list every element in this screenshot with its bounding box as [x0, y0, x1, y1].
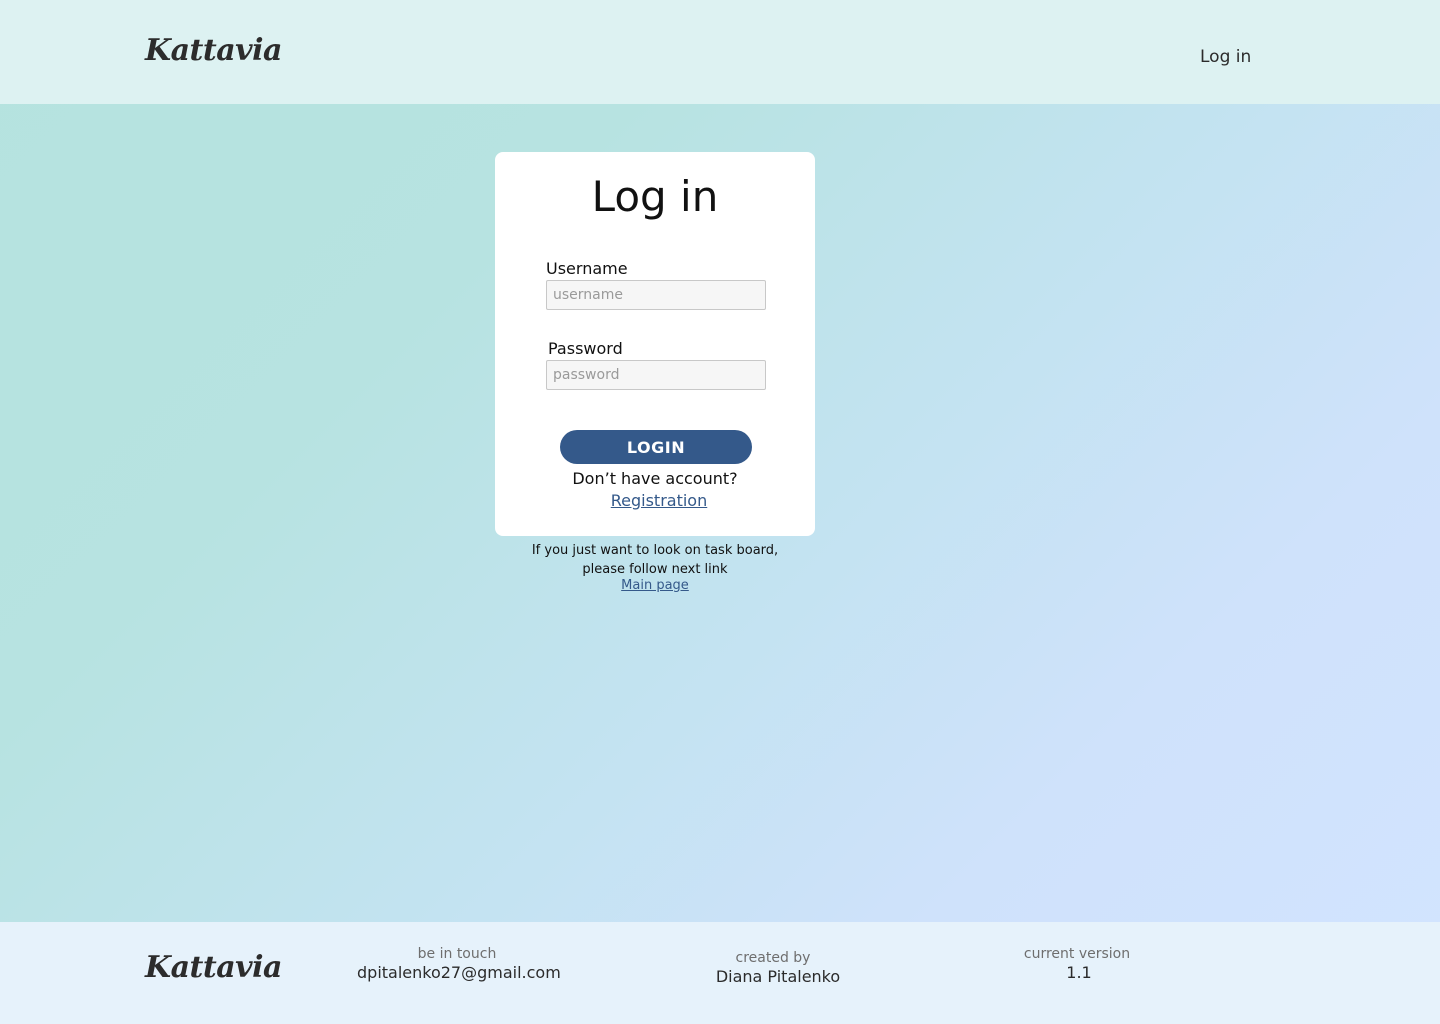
main-page-link[interactable]: Main page: [495, 578, 815, 593]
username-label: Username: [546, 259, 628, 278]
footer-version: current version 1.1: [1002, 945, 1152, 983]
password-input[interactable]: [546, 360, 766, 390]
login-button[interactable]: LOGIN: [560, 430, 752, 464]
footer-contact: be in touch dpitalenko27@gmail.com: [357, 945, 561, 983]
header-logo[interactable]: Kattavia: [145, 33, 282, 68]
password-label: Password: [548, 339, 623, 358]
guest-hint-line2: please follow next link: [582, 562, 728, 577]
author-name: Diana Pitalenko: [715, 967, 841, 986]
footer-logo: Kattavia: [145, 950, 282, 985]
page-title: Log in: [591, 172, 719, 221]
nav-login-link[interactable]: Log in: [1200, 47, 1251, 67]
version-label: current version: [1023, 946, 1131, 962]
contact-email: dpitalenko27@gmail.com: [357, 963, 561, 982]
guest-hint-line1: If you just want to look on task board,: [531, 543, 779, 558]
no-account-text: Don’t have account?: [572, 469, 738, 488]
top-header: Kattavia Log in: [0, 0, 1440, 104]
footer-author: created by Diana Pitalenko: [693, 949, 863, 987]
guest-hint: If you just want to look on task board, …: [495, 541, 815, 579]
username-input[interactable]: [546, 280, 766, 310]
page-footer: Kattavia be in touch dpitalenko27@gmail.…: [0, 922, 1440, 1024]
contact-label: be in touch: [417, 946, 497, 962]
version-value: 1.1: [1066, 963, 1092, 982]
registration-link[interactable]: Registration: [495, 491, 823, 510]
author-label: created by: [735, 950, 811, 966]
